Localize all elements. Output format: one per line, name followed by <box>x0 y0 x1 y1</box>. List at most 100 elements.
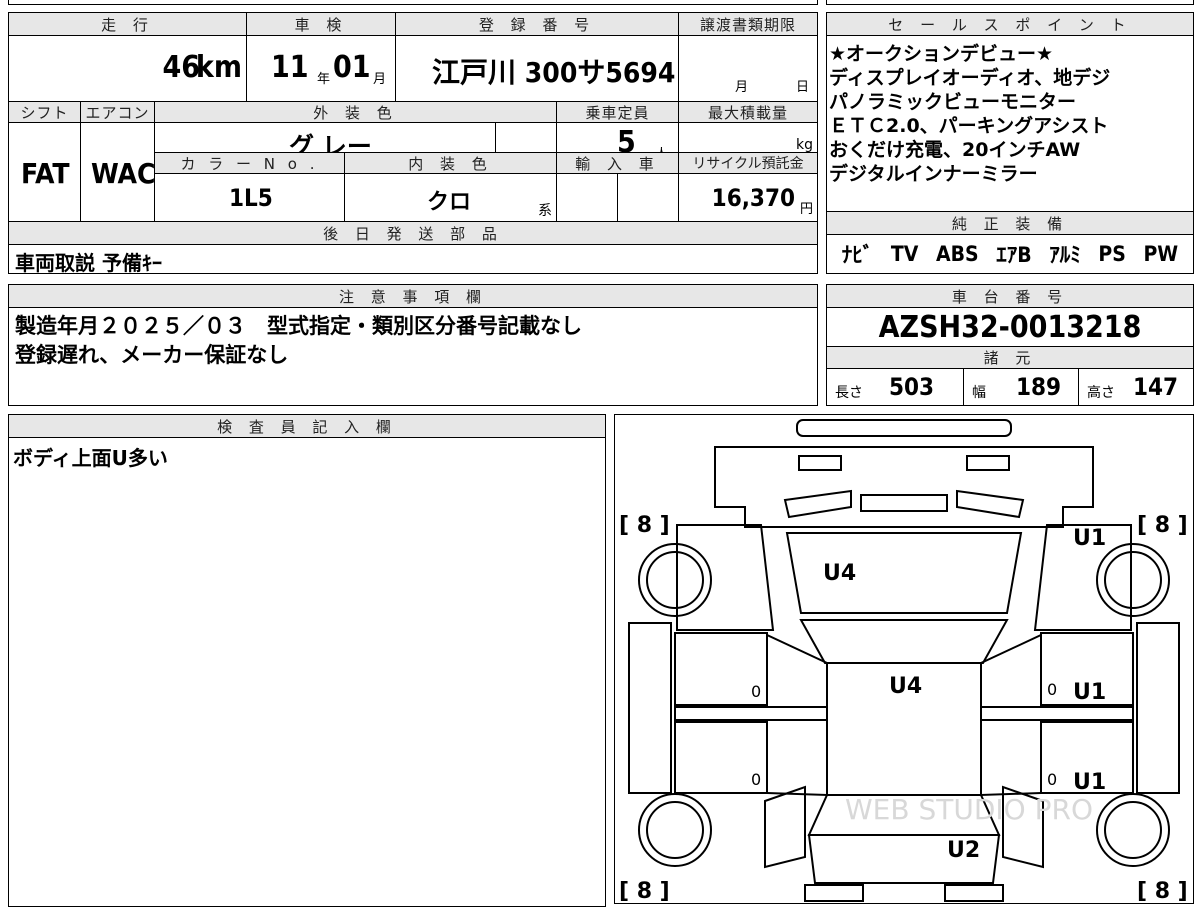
right-headlight <box>966 455 1010 471</box>
equipment-navi: ﾅﾋﾞ <box>841 243 874 267</box>
left-headlight <box>798 455 842 471</box>
sales-point-4: ＥＴＣ2.0、パーキングアシスト <box>829 115 1109 137</box>
genuine-equipment-cell: ﾅﾋﾞ TV ABS ｴｱB ｱﾙﾐ PS PW <box>826 234 1194 274</box>
recycle-fee-unit: 円 <box>799 202 813 217</box>
ac-value: WAC <box>91 157 156 190</box>
recycle-fee-cell: 16,370 円 <box>678 173 818 222</box>
ac-cell: WAC <box>80 122 156 222</box>
genuine-equipment-header: 純 正 装 備 <box>826 211 1194 235</box>
sales-point-2: ディスプレイオーディオ、地デジ <box>829 67 1111 89</box>
inspector-cell: ボディ上面U多い <box>8 437 606 907</box>
max-load-unit: kg <box>796 137 813 153</box>
shift-cell: FAT <box>8 122 81 222</box>
equipment-tv: TV <box>890 242 919 266</box>
registration-cell: 江戸川 300サ5694 <box>395 35 679 102</box>
car-diagram: [ 8 ] [ 8 ] [ 8 ] [ 8 ] U4 U4 U1 U1 U1 U… <box>614 414 1194 904</box>
mark-right-rear-door: U1 <box>1073 770 1106 795</box>
center-grille <box>860 494 948 512</box>
shift-value: FAT <box>21 157 70 190</box>
later-parts-value: 車両取説 予備ｷｰ <box>15 251 162 275</box>
mark-right-front-door-zero: 0 <box>1047 680 1057 699</box>
interior-color-cell: クロ 系 <box>344 173 557 222</box>
mileage-value: 46 <box>162 50 200 85</box>
left-rear-fender <box>764 785 806 869</box>
mark-right-front-door: U1 <box>1073 680 1106 705</box>
equipment-alloy: ｱﾙﾐ <box>1049 243 1081 267</box>
interior-color-suffix: 系 <box>538 203 552 219</box>
sales-point-1: ★オークションデビュー★ <box>829 43 1054 65</box>
left-front-tire-outer <box>638 543 712 617</box>
mileage-header: 走 行 <box>8 12 247 36</box>
right-roof-edge <box>980 634 1042 797</box>
right-rear-tire-outer <box>1096 793 1170 867</box>
left-roof-edge <box>766 634 828 797</box>
inspection-cell: 11 年 01 月 <box>246 35 396 102</box>
inspection-year: 11 <box>271 50 309 85</box>
mark-front-right-fender: U1 <box>1073 526 1106 551</box>
mark-left-rear-door-zero: 0 <box>751 770 761 789</box>
chassis-header: 車 台 番 号 <box>826 284 1194 308</box>
spec-width-label: 幅 <box>972 385 986 401</box>
tire-label-rear-right: [ 8 ] <box>1137 879 1188 904</box>
transfer-deadline-cell: 月 日 <box>678 35 818 102</box>
mark-left-front-door-zero: 0 <box>751 682 761 701</box>
sales-point-3: パノラミックビューモニター <box>829 91 1077 113</box>
main-info-table: 走 行 車 検 登 録 番 号 譲渡書類期限 46 km 11 年 01 月 江… <box>8 12 818 275</box>
import-car-cell-b <box>617 173 679 222</box>
max-load-header: 最大積載量 <box>678 101 818 123</box>
left-pillar <box>674 706 828 721</box>
sales-point-5: おくだけ充電、20インチAW <box>829 139 1081 161</box>
equipment-ps: PS <box>1098 242 1126 266</box>
spec-width-cell: 幅 189 <box>963 368 1079 406</box>
color-number-header: カ ラ ー N o . <box>154 152 345 174</box>
spec-length-cell: 長さ 503 <box>826 368 964 406</box>
chassis-number: AZSH32-0013218 <box>878 309 1142 345</box>
mileage-cell: 46 km <box>8 35 247 102</box>
mark-trunk: U2 <box>947 838 980 863</box>
import-car-header: 輸 入 車 <box>556 152 679 174</box>
interior-color-value: クロ <box>427 190 472 215</box>
tire-label-rear-left: [ 8 ] <box>619 879 670 904</box>
right-rear-tire-inner <box>1104 801 1162 859</box>
mark-roof: U4 <box>889 674 922 699</box>
left-front-fender <box>676 524 775 631</box>
transfer-deadline-header: 譲渡書類期限 <box>678 12 818 36</box>
later-parts-cell: 車両取説 予備ｷｰ <box>8 244 818 275</box>
inspection-month-unit: 月 <box>373 72 387 87</box>
notes-header: 注 意 事 項 欄 <box>8 284 818 308</box>
left-front-tire-inner <box>646 551 704 609</box>
interior-color-header: 内 装 色 <box>344 152 557 174</box>
front-bumper <box>796 419 1012 437</box>
notes-line-1: 製造年月２０２５／０３ 型式指定・類別区分番号記載なし <box>15 314 582 338</box>
later-parts-header: 後 日 発 送 部 品 <box>8 221 818 245</box>
left-side-outline <box>628 622 672 794</box>
left-rear-tire-outer <box>638 793 712 867</box>
top-cutoff-strip-right <box>826 0 1194 5</box>
inspector-comment: ボディ上面U多い <box>13 446 168 470</box>
rear-light-right <box>944 884 1004 902</box>
right-grille <box>956 489 1025 519</box>
ac-header: エアコン <box>80 101 155 123</box>
registration-header: 登 録 番 号 <box>395 12 679 36</box>
registration-value: 江戸川 300サ5694 <box>432 56 676 89</box>
right-pillar <box>980 706 1134 721</box>
inspection-year-unit: 年 <box>317 72 331 87</box>
spec-height-cell: 高さ 147 <box>1078 368 1194 406</box>
right-front-tire-outer <box>1096 543 1170 617</box>
left-grille <box>783 489 852 519</box>
right-front-tire-inner <box>1104 551 1162 609</box>
inspection-month: 01 <box>333 50 371 85</box>
car-diagram-svg: [ 8 ] [ 8 ] [ 8 ] [ 8 ] U4 U4 U1 U1 U1 U… <box>619 419 1188 904</box>
mark-right-rear-door-zero: 0 <box>1047 770 1057 789</box>
spec-height-value: 147 <box>1133 373 1179 401</box>
inspector-header: 検 査 員 記 入 欄 <box>8 414 606 438</box>
spec-width-value: 189 <box>1016 373 1062 401</box>
color-number-cell: 1L5 <box>154 173 345 222</box>
watermark: WEB STUDIO PRO <box>845 793 1093 826</box>
right-side-outline <box>1136 622 1180 794</box>
sales-point-6: デジタルインナーミラー <box>829 163 1038 185</box>
spec-height-label: 高さ <box>1087 385 1115 401</box>
left-rear-tire-inner <box>646 801 704 859</box>
notes-line-2: 登録遅れ、メーカー保証なし <box>15 343 289 367</box>
sales-points-box: ★オークションデビュー★ ディスプレイオーディオ、地デジ パノラミックビューモニ… <box>826 35 1194 212</box>
